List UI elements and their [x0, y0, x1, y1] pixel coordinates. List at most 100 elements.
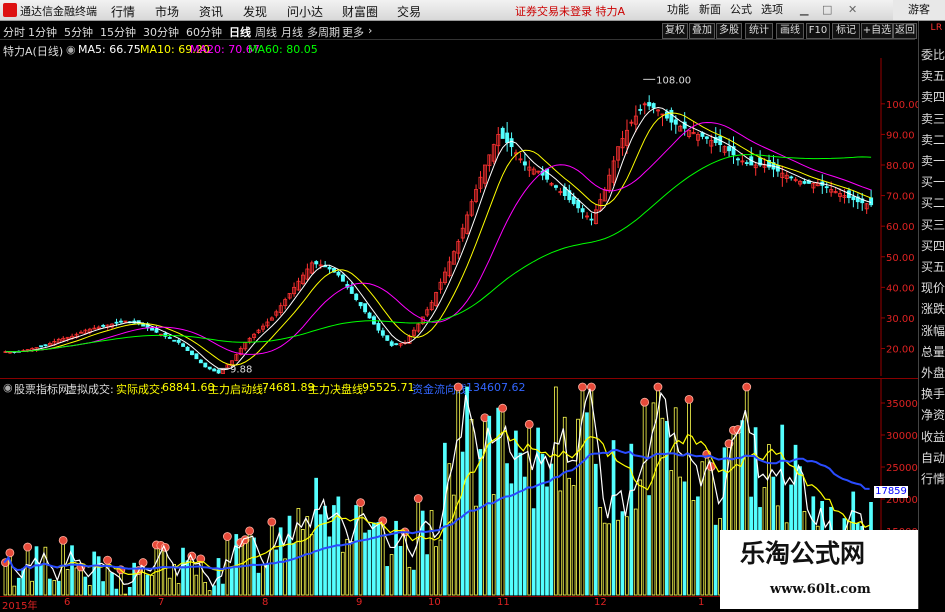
tool-mark[interactable]: 标记 — [832, 23, 860, 39]
menu-news[interactable]: 资讯 — [199, 3, 223, 20]
candle-body — [505, 132, 510, 143]
tool-overlay[interactable]: 叠加 — [689, 23, 715, 39]
candle-body — [172, 339, 177, 342]
volume-bar — [150, 575, 154, 596]
sidebar-item[interactable]: 买五 — [920, 257, 945, 278]
volume-bar — [664, 421, 669, 596]
toolbar-options[interactable]: 选项 — [761, 2, 783, 17]
sidebar-item[interactable]: 卖二 — [920, 130, 945, 151]
volume-spike-marker — [498, 403, 508, 413]
tool-add-favorite[interactable]: +自选 — [861, 23, 893, 39]
sidebar-item[interactable]: 买四 — [920, 236, 945, 257]
tool-multi-stock[interactable]: 多股 — [716, 23, 742, 39]
candle-body — [181, 343, 186, 347]
tool-draw[interactable]: 画线 — [776, 23, 804, 39]
sidebar-item[interactable]: 涨跌 — [920, 299, 945, 320]
volume-bar — [554, 386, 558, 596]
candle-body — [824, 186, 829, 189]
tool-stats[interactable]: 统计 — [745, 23, 773, 39]
menu-quotes[interactable]: 行情 — [111, 3, 135, 20]
maximize-icon[interactable]: □ — [822, 2, 832, 17]
sidebar-item[interactable]: 卖四 — [920, 87, 945, 108]
candle-body — [358, 302, 363, 307]
menu-trade[interactable]: 交易 — [397, 3, 421, 20]
login-notice[interactable]: 证券交易未登录 特力A — [515, 3, 625, 19]
volume-bar — [678, 476, 682, 596]
sidebar-item[interactable]: 现价 — [920, 278, 945, 299]
sidebar-item[interactable]: 换手 — [920, 384, 945, 405]
sidebar-item[interactable]: 买三 — [920, 215, 945, 236]
volume-bar — [318, 514, 323, 596]
volume-bar — [558, 490, 563, 596]
sidebar-item[interactable]: 收益 — [920, 427, 945, 448]
period-tab-active[interactable]: 日线 — [229, 24, 251, 40]
sidebar-item[interactable]: 卖三 — [920, 109, 945, 130]
price-chart-panel[interactable]: 20.00 30.00 40.00 50.00 60.00 70.00 80.00 90.00… — [0, 58, 921, 376]
sidebar-item[interactable]: 自动 — [920, 448, 945, 469]
period-tab[interactable]: 分时 — [3, 24, 25, 40]
period-tab[interactable]: 多周期 — [307, 24, 340, 40]
sidebar-item[interactable]: 买一 — [920, 172, 945, 193]
period-tab[interactable]: 月线 — [281, 24, 303, 40]
settings-icon[interactable]: ◉ — [66, 43, 76, 56]
menu-discover[interactable]: 发现 — [243, 3, 267, 20]
sidebar-r-marker[interactable]: R — [933, 21, 945, 35]
sidebar-item[interactable]: 卖一 — [920, 151, 945, 172]
toolbar-function[interactable]: 功能 — [667, 2, 689, 17]
tool-back[interactable]: 返回 — [893, 23, 917, 39]
period-tab[interactable]: 5分钟 — [64, 24, 93, 40]
sidebar-item[interactable]: 净资 — [920, 405, 945, 426]
period-tab[interactable]: 1分钟 — [28, 24, 57, 40]
sidebar-item[interactable]: 涨幅 — [920, 321, 945, 342]
volume-bar — [545, 486, 549, 596]
candle-body — [380, 330, 385, 336]
price-tick-label: 20.00 — [886, 345, 915, 356]
candle-body — [203, 362, 208, 368]
tool-f10[interactable]: F10 — [806, 23, 830, 39]
candle-body — [101, 325, 106, 327]
close-icon[interactable]: ✕ — [848, 2, 857, 17]
price-tick-label: 90.00 — [886, 130, 915, 141]
period-tab[interactable]: 周线 — [255, 24, 277, 40]
date-tick: 12 — [594, 597, 607, 608]
volume-bar — [269, 521, 274, 596]
period-tab[interactable]: 15分钟 — [100, 24, 136, 40]
volume-bar — [309, 534, 314, 596]
volume-bar — [274, 549, 279, 596]
volume-bar — [340, 551, 345, 596]
ma20-line — [5, 121, 872, 355]
volume-bar — [56, 580, 61, 596]
candle-body — [363, 303, 368, 313]
volume-bar — [443, 442, 447, 596]
toolbar-formula[interactable]: 公式 — [730, 2, 752, 17]
period-tab[interactable]: 30分钟 — [143, 24, 179, 40]
toolbar-new-page[interactable]: 新面 — [699, 2, 721, 17]
more-chevron-icon[interactable]: › — [368, 24, 372, 37]
sidebar-item[interactable]: 买二 — [920, 193, 945, 214]
volume-bar — [163, 546, 168, 596]
volume-bar — [305, 516, 310, 596]
volume-bar — [363, 532, 367, 596]
menu-market[interactable]: 市场 — [155, 3, 179, 20]
minimize-icon[interactable]: ▁ — [800, 2, 808, 17]
volume-spike-marker — [453, 382, 463, 392]
menu-wealth-circle[interactable]: 财富圈 — [342, 3, 378, 20]
volume-bar — [52, 580, 57, 596]
volume-spike-marker — [223, 532, 232, 541]
sidebar-item[interactable]: 总量 — [920, 342, 945, 363]
sidebar-item[interactable]: 外盘 — [920, 363, 945, 384]
period-tab[interactable]: 60分钟 — [186, 24, 222, 40]
sidebar-item[interactable]: 委比 — [920, 45, 945, 66]
candle-body — [216, 369, 221, 374]
volume-bar — [527, 423, 532, 596]
period-tab-more[interactable]: 更多 — [342, 24, 364, 40]
sidebar-item[interactable]: 卖五 — [920, 66, 945, 87]
menu-ask-xiaoda[interactable]: 问小达 — [287, 3, 323, 20]
volume-bar — [47, 578, 52, 596]
tool-adjust[interactable]: 复权 — [662, 23, 688, 39]
price-info-bar: 特力A(日线) ◉ MA5: 66.75 MA10: 69.20 MA20: 7… — [0, 41, 880, 58]
candle-body — [651, 103, 656, 109]
sidebar-item[interactable]: 行情 — [920, 469, 945, 490]
guest-button[interactable]: 游客 — [893, 0, 945, 20]
volume-bar — [638, 479, 643, 596]
